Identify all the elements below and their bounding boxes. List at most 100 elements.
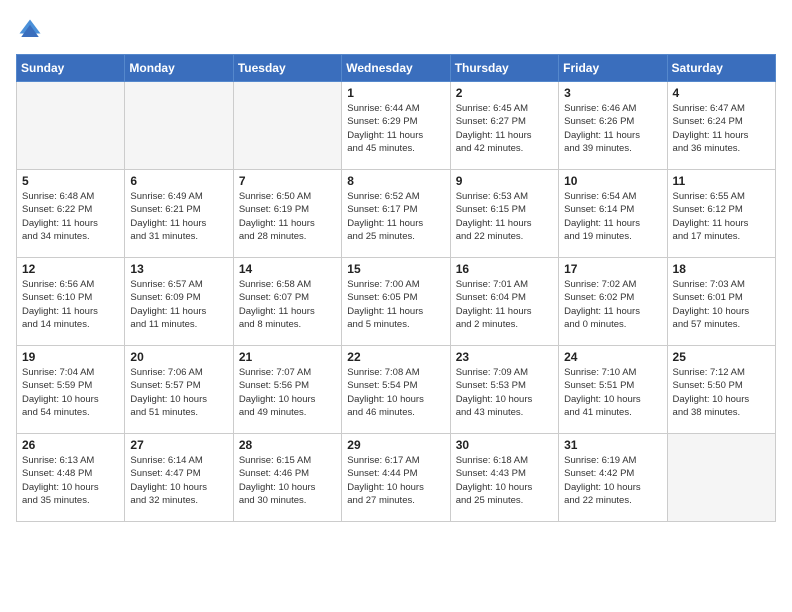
day-info: Sunrise: 6:55 AMSunset: 6:12 PMDaylight:… [673, 190, 770, 243]
calendar-header-row: SundayMondayTuesdayWednesdayThursdayFrid… [17, 55, 776, 82]
calendar-cell: 29Sunrise: 6:17 AMSunset: 4:44 PMDayligh… [342, 434, 450, 522]
day-info: Sunrise: 6:50 AMSunset: 6:19 PMDaylight:… [239, 190, 336, 243]
day-number: 12 [22, 262, 119, 276]
day-info: Sunrise: 6:13 AMSunset: 4:48 PMDaylight:… [22, 454, 119, 507]
day-info: Sunrise: 7:01 AMSunset: 6:04 PMDaylight:… [456, 278, 553, 331]
day-number: 1 [347, 86, 444, 100]
calendar-cell [125, 82, 233, 170]
calendar-cell: 19Sunrise: 7:04 AMSunset: 5:59 PMDayligh… [17, 346, 125, 434]
day-number: 14 [239, 262, 336, 276]
page-header [16, 16, 776, 44]
day-info: Sunrise: 6:46 AMSunset: 6:26 PMDaylight:… [564, 102, 661, 155]
day-info: Sunrise: 6:54 AMSunset: 6:14 PMDaylight:… [564, 190, 661, 243]
calendar-cell: 26 Sunrise: 6:13 AMSunset: 4:48 PMDayligh… [17, 434, 125, 522]
calendar-table: SundayMondayTuesdayWednesdayThursdayFrid… [16, 54, 776, 522]
calendar-week-row-5: 26 Sunrise: 6:13 AMSunset: 4:48 PMDayligh… [17, 434, 776, 522]
logo [16, 16, 48, 44]
day-info: Sunrise: 6:19 AMSunset: 4:42 PMDaylight:… [564, 454, 661, 507]
day-number: 2 [456, 86, 553, 100]
day-info: Sunrise: 7:02 AMSunset: 6:02 PMDaylight:… [564, 278, 661, 331]
calendar-cell: 15 Sunrise: 7:00 AMSunset: 6:05 PMDayligh… [342, 258, 450, 346]
column-header-friday: Friday [559, 55, 667, 82]
calendar-week-row-1: 1 Sunrise: 6:44 AMSunset: 6:29 PMDaylight… [17, 82, 776, 170]
calendar-cell: 7 Sunrise: 6:50 AMSunset: 6:19 PMDaylight… [233, 170, 341, 258]
day-number: 5 [22, 174, 119, 188]
calendar-cell: 4 Sunrise: 6:47 AMSunset: 6:24 PMDaylight… [667, 82, 775, 170]
day-info: Sunrise: 7:07 AMSunset: 5:56 PMDaylight:… [239, 366, 336, 419]
calendar-cell: 27 Sunrise: 6:14 AMSunset: 4:47 PMDayligh… [125, 434, 233, 522]
day-info: Sunrise: 6:56 AMSunset: 6:10 PMDaylight:… [22, 278, 119, 331]
day-number: 18 [673, 262, 770, 276]
calendar-cell: 1 Sunrise: 6:44 AMSunset: 6:29 PMDaylight… [342, 82, 450, 170]
calendar-cell [667, 434, 775, 522]
day-number: 30 [456, 438, 553, 452]
day-number: 28 [239, 438, 336, 452]
day-info: Sunrise: 7:10 AMSunset: 5:51 PMDaylight:… [564, 366, 661, 419]
calendar-week-row-2: 5 Sunrise: 6:48 AMSunset: 6:22 PMDaylight… [17, 170, 776, 258]
day-info: Sunrise: 7:08 AMSunset: 5:54 PMDaylight:… [347, 366, 444, 419]
day-number: 15 [347, 262, 444, 276]
calendar-cell: 21 Sunrise: 7:07 AMSunset: 5:56 PMDayligh… [233, 346, 341, 434]
day-number: 26 [22, 438, 119, 452]
day-number: 22 [347, 350, 444, 364]
calendar-cell: 11 Sunrise: 6:55 AMSunset: 6:12 PMDayligh… [667, 170, 775, 258]
day-number: 16 [456, 262, 553, 276]
day-info: Sunrise: 6:44 AMSunset: 6:29 PMDaylight:… [347, 102, 444, 155]
calendar-cell: 24 Sunrise: 7:10 AMSunset: 5:51 PMDayligh… [559, 346, 667, 434]
day-number: 20 [130, 350, 227, 364]
calendar-cell: 31 Sunrise: 6:19 AMSunset: 4:42 PMDayligh… [559, 434, 667, 522]
column-header-tuesday: Tuesday [233, 55, 341, 82]
calendar-cell [17, 82, 125, 170]
day-number: 11 [673, 174, 770, 188]
calendar-cell: 5 Sunrise: 6:48 AMSunset: 6:22 PMDaylight… [17, 170, 125, 258]
calendar-cell: 20 Sunrise: 7:06 AMSunset: 5:57 PMDayligh… [125, 346, 233, 434]
day-info: Sunrise: 7:12 AMSunset: 5:50 PMDaylight:… [673, 366, 770, 419]
logo-icon [16, 16, 44, 44]
calendar-cell: 17 Sunrise: 7:02 AMSunset: 6:02 PMDayligh… [559, 258, 667, 346]
day-number: 19 [22, 350, 119, 364]
day-info: Sunrise: 7:03 AMSunset: 6:01 PMDaylight:… [673, 278, 770, 331]
day-info: Sunrise: 6:52 AMSunset: 6:17 PMDaylight:… [347, 190, 444, 243]
day-number: 23 [456, 350, 553, 364]
day-info: Sunrise: 6:57 AMSunset: 6:09 PMDaylight:… [130, 278, 227, 331]
day-number: 9 [456, 174, 553, 188]
day-number: 7 [239, 174, 336, 188]
calendar-cell: 28 Sunrise: 6:15 AMSunset: 4:46 PMDayligh… [233, 434, 341, 522]
day-info: Sunrise: 7:06 AMSunset: 5:57 PMDaylight:… [130, 366, 227, 419]
day-number: 21 [239, 350, 336, 364]
day-number: 10 [564, 174, 661, 188]
column-header-thursday: Thursday [450, 55, 558, 82]
calendar-cell: 16 Sunrise: 7:01 AMSunset: 6:04 PMDayligh… [450, 258, 558, 346]
calendar-week-row-4: 19Sunrise: 7:04 AMSunset: 5:59 PMDayligh… [17, 346, 776, 434]
calendar-cell: 3Sunrise: 6:46 AMSunset: 6:26 PMDaylight… [559, 82, 667, 170]
day-info: Sunrise: 6:15 AMSunset: 4:46 PMDaylight:… [239, 454, 336, 507]
day-info: Sunrise: 6:53 AMSunset: 6:15 PMDaylight:… [456, 190, 553, 243]
day-number: 4 [673, 86, 770, 100]
day-info: Sunrise: 6:58 AMSunset: 6:07 PMDaylight:… [239, 278, 336, 331]
calendar-cell: 22 Sunrise: 7:08 AMSunset: 5:54 PMDayligh… [342, 346, 450, 434]
day-number: 6 [130, 174, 227, 188]
day-number: 13 [130, 262, 227, 276]
calendar-cell: 30 Sunrise: 6:18 AMSunset: 4:43 PMDayligh… [450, 434, 558, 522]
day-info: Sunrise: 6:49 AMSunset: 6:21 PMDaylight:… [130, 190, 227, 243]
day-info: Sunrise: 6:14 AMSunset: 4:47 PMDaylight:… [130, 454, 227, 507]
calendar-cell: 2Sunrise: 6:45 AMSunset: 6:27 PMDaylight… [450, 82, 558, 170]
day-number: 31 [564, 438, 661, 452]
day-info: Sunrise: 6:48 AMSunset: 6:22 PMDaylight:… [22, 190, 119, 243]
calendar-week-row-3: 12 Sunrise: 6:56 AMSunset: 6:10 PMDayligh… [17, 258, 776, 346]
day-number: 27 [130, 438, 227, 452]
column-header-saturday: Saturday [667, 55, 775, 82]
calendar-cell: 12 Sunrise: 6:56 AMSunset: 6:10 PMDayligh… [17, 258, 125, 346]
day-number: 24 [564, 350, 661, 364]
calendar-cell [233, 82, 341, 170]
day-info: Sunrise: 7:09 AMSunset: 5:53 PMDaylight:… [456, 366, 553, 419]
day-info: Sunrise: 6:18 AMSunset: 4:43 PMDaylight:… [456, 454, 553, 507]
day-info: Sunrise: 7:00 AMSunset: 6:05 PMDaylight:… [347, 278, 444, 331]
day-number: 29 [347, 438, 444, 452]
column-header-sunday: Sunday [17, 55, 125, 82]
day-number: 17 [564, 262, 661, 276]
calendar-cell: 23 Sunrise: 7:09 AMSunset: 5:53 PMDayligh… [450, 346, 558, 434]
calendar-cell: 9 Sunrise: 6:53 AMSunset: 6:15 PMDaylight… [450, 170, 558, 258]
column-header-wednesday: Wednesday [342, 55, 450, 82]
day-info: Sunrise: 6:47 AMSunset: 6:24 PMDaylight:… [673, 102, 770, 155]
